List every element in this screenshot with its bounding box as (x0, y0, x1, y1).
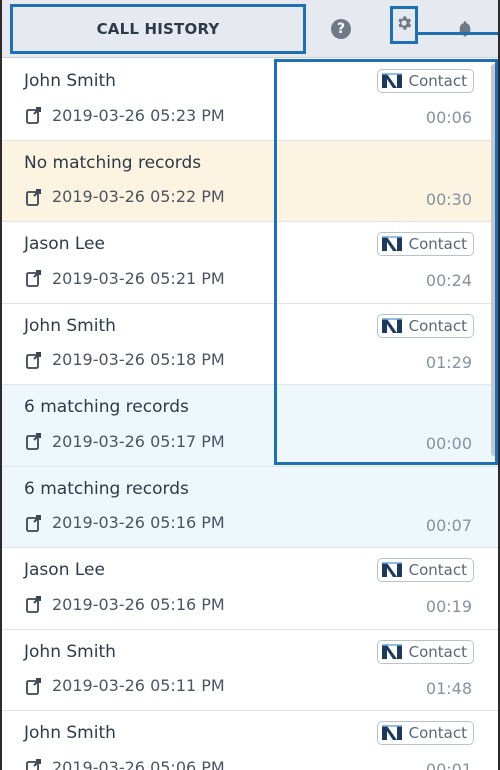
contact-button-label: Contact (408, 561, 467, 579)
call-row[interactable]: John Smith 2019-03-26 05:18 PM 01:29 Con… (2, 303, 498, 385)
call-datetime: 2019-03-26 05:23 PM (52, 105, 225, 125)
netsuite-logo-icon (379, 724, 404, 742)
outbound-call-icon (24, 676, 44, 696)
netsuite-logo-icon (379, 561, 404, 579)
netsuite-logo-icon (379, 72, 404, 90)
contact-button[interactable]: Contact (376, 721, 474, 745)
call-datetime: 2019-03-26 05:21 PM (52, 268, 225, 288)
netsuite-logo-icon (379, 642, 404, 661)
call-row[interactable]: Jason Lee 2019-03-26 05:16 PM 00:19 Cont… (2, 548, 498, 630)
call-meta: 2019-03-26 05:11 PM (24, 676, 225, 696)
call-duration: 00:24 (425, 271, 472, 290)
call-meta: 2019-03-26 05:06 PM (24, 757, 225, 770)
annotation-connector (418, 32, 498, 35)
call-duration: 01:48 (425, 678, 472, 698)
call-meta: 2019-03-26 05:21 PM (24, 268, 225, 288)
contact-button-label: Contact (408, 72, 467, 90)
call-datetime: 2019-03-26 05:22 PM (52, 187, 225, 206)
caller-name: Jason Lee (24, 234, 105, 254)
help-icon[interactable]: ? (328, 16, 354, 42)
call-datetime: 2019-03-26 05:11 PM (52, 676, 225, 695)
call-duration: 00:19 (425, 597, 472, 616)
call-row[interactable]: John Smith 2019-03-26 05:06 PM 00:01 Con… (2, 711, 498, 770)
call-duration: 00:01 (425, 760, 472, 770)
outbound-call-icon (24, 350, 44, 370)
call-row[interactable]: Jason Lee 2019-03-26 05:21 PM 00:24 Cont… (2, 222, 498, 304)
caller-name: John Smith (24, 71, 116, 91)
call-datetime: 2019-03-26 05:18 PM (52, 350, 225, 369)
call-duration: 00:07 (425, 515, 472, 535)
call-meta: 2019-03-26 05:17 PM (24, 431, 225, 451)
call-history-list: John Smith 2019-03-26 05:23 PM 00:06 Con… (2, 59, 498, 770)
contact-button[interactable]: Contact (376, 232, 474, 256)
call-duration: 00:30 (425, 189, 472, 209)
call-datetime: 2019-03-26 05:16 PM (52, 513, 225, 532)
call-meta: 2019-03-26 05:16 PM (24, 513, 225, 533)
call-duration: 00:06 (425, 108, 472, 127)
call-meta: 2019-03-26 05:23 PM (24, 105, 225, 125)
outbound-call-icon (24, 757, 44, 770)
call-datetime: 2019-03-26 05:16 PM (52, 594, 225, 614)
caller-name: 6 matching records (24, 397, 189, 417)
call-meta: 2019-03-26 05:18 PM (24, 350, 225, 370)
scrollbar-thumb[interactable] (491, 64, 497, 456)
contact-button-label: Contact (408, 642, 467, 661)
caller-name: 6 matching records (24, 478, 189, 499)
call-row[interactable]: No matching records 2019-03-26 05:22 PM … (2, 140, 498, 222)
contact-button-label: Contact (408, 235, 467, 253)
contact-button[interactable]: Contact (376, 639, 474, 664)
call-duration: 01:29 (425, 352, 472, 372)
call-row[interactable]: John Smith 2019-03-26 05:11 PM 01:48 Con… (2, 629, 498, 711)
bell-icon[interactable] (452, 16, 478, 42)
outbound-call-icon (24, 187, 44, 207)
call-row[interactable]: 6 matching records 2019-03-26 05:17 PM 0… (2, 385, 498, 467)
caller-name: No matching records (24, 152, 202, 173)
call-datetime: 2019-03-26 05:06 PM (52, 757, 225, 770)
contact-button-label: Contact (408, 316, 467, 335)
caller-name: Jason Lee (24, 560, 105, 580)
header-bar: CALL HISTORY ? (2, 0, 498, 58)
settings-button[interactable] (390, 6, 418, 44)
call-meta: 2019-03-26 05:16 PM (24, 594, 225, 614)
caller-name: John Smith (24, 641, 116, 662)
app-frame: CALL HISTORY ? John Smith 2019-03-26 05:… (0, 0, 500, 770)
netsuite-logo-icon (379, 316, 404, 335)
tab-call-history[interactable]: CALL HISTORY (10, 4, 306, 54)
outbound-call-icon (24, 431, 44, 451)
caller-name: John Smith (24, 723, 116, 743)
contact-button[interactable]: Contact (376, 69, 474, 93)
contact-button[interactable]: Contact (376, 558, 474, 582)
caller-name: John Smith (24, 315, 116, 336)
call-row[interactable]: John Smith 2019-03-26 05:23 PM 00:06 Con… (2, 59, 498, 141)
contact-button-label: Contact (408, 724, 467, 742)
outbound-call-icon (24, 594, 44, 614)
call-meta: 2019-03-26 05:22 PM (24, 187, 225, 207)
call-row[interactable]: 6 matching records 2019-03-26 05:16 PM 0… (2, 466, 498, 548)
outbound-call-icon (24, 268, 44, 288)
outbound-call-icon (24, 105, 44, 125)
call-datetime: 2019-03-26 05:17 PM (52, 431, 225, 451)
contact-button[interactable]: Contact (376, 313, 474, 338)
call-duration: 00:00 (425, 434, 472, 453)
gear-icon (395, 14, 413, 36)
outbound-call-icon (24, 513, 44, 533)
netsuite-logo-icon (379, 235, 404, 253)
